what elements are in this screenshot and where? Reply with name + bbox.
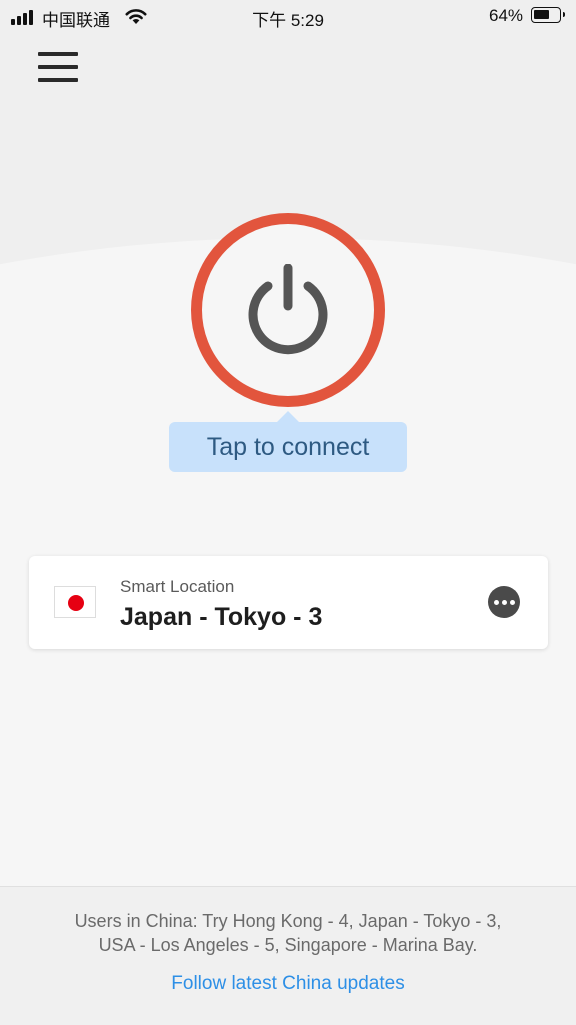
location-selector-card[interactable]: Smart Location Japan - Tokyo - 3 (29, 556, 548, 649)
more-options-icon[interactable] (488, 586, 520, 618)
china-notice-text: Users in China: Try Hong Kong - 4, Japan… (20, 909, 556, 957)
japan-flag-icon (54, 586, 96, 618)
china-updates-link[interactable]: Follow latest China updates (0, 973, 576, 995)
tap-to-connect-tooltip: Tap to connect (169, 411, 407, 472)
battery-percentage: 64% (489, 6, 524, 25)
battery-icon (531, 7, 565, 23)
notice-line-2: USA - Los Angeles - 5, Singapore - Marin… (98, 935, 478, 955)
hamburger-menu-icon[interactable] (36, 48, 80, 86)
location-name: Japan - Tokyo - 3 (120, 603, 323, 631)
status-bar: 中国联通 下午 5:29 64% (0, 0, 576, 34)
tooltip-arrow (277, 411, 299, 422)
tooltip-text: Tap to connect (206, 433, 370, 461)
battery-level-fill (534, 10, 549, 19)
location-label: Smart Location (120, 577, 235, 596)
notice-line-1: Users in China: Try Hong Kong - 4, Japan… (74, 911, 502, 931)
china-notice-footer: Users in China: Try Hong Kong - 4, Japan… (0, 886, 576, 1025)
power-icon (248, 264, 328, 355)
connect-power-button[interactable] (191, 213, 385, 407)
